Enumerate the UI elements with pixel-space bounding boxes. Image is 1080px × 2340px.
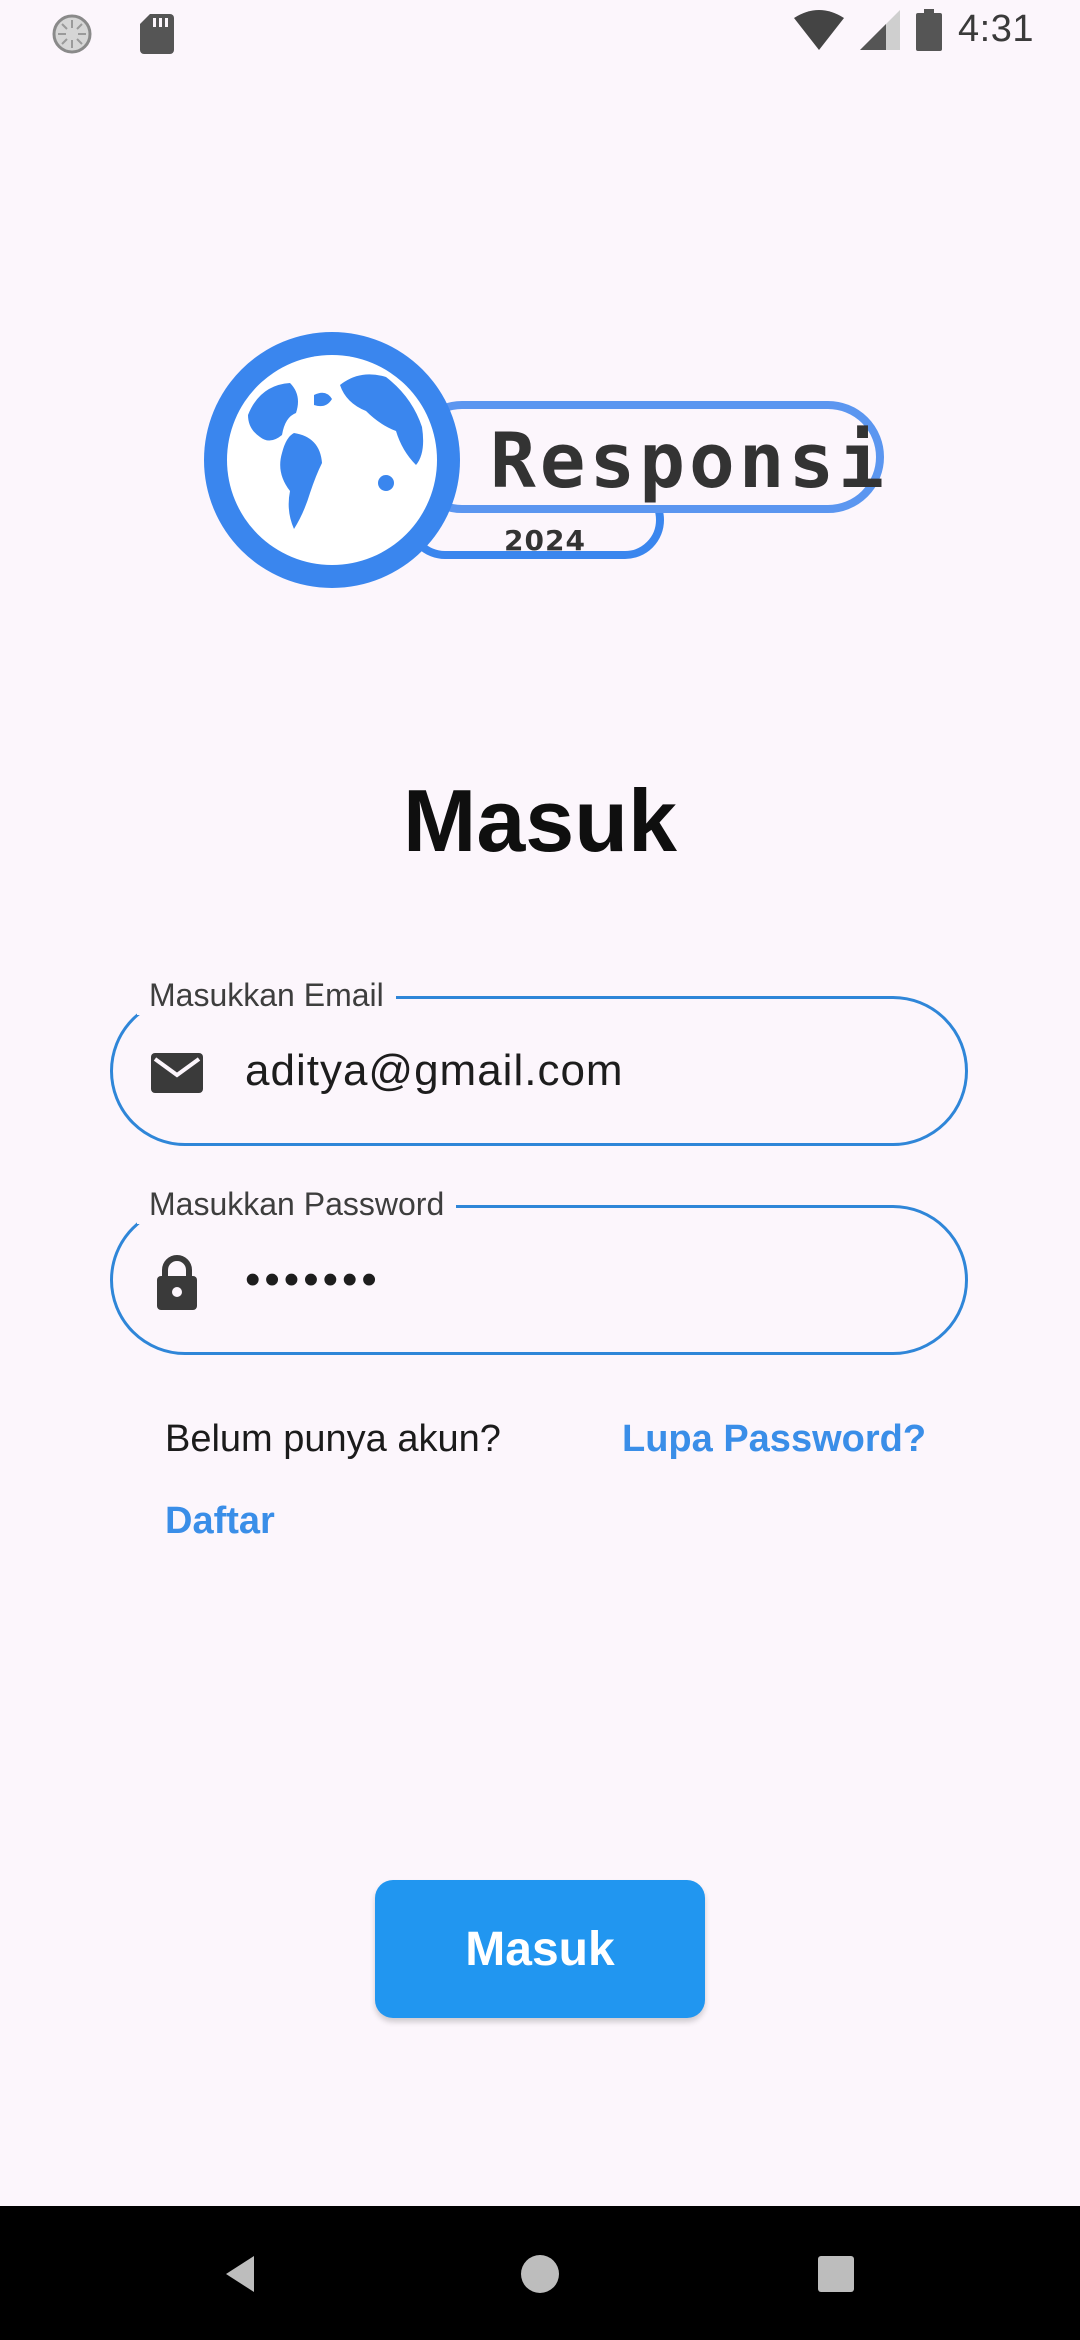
email-input[interactable]: [245, 999, 925, 1143]
sd-card-icon: [140, 14, 174, 54]
no-account-text: Belum punya akun?: [165, 1418, 501, 1460]
status-left: [52, 14, 174, 54]
status-time: 4:31: [958, 8, 1034, 50]
lock-icon: [157, 1255, 197, 1310]
status-bar: 4:31: [0, 0, 1080, 66]
logo-year: 2024: [504, 524, 586, 557]
cellular-signal-icon: [860, 9, 901, 50]
email-field[interactable]: Masukkan Email: [110, 975, 968, 1146]
register-link[interactable]: Daftar: [165, 1500, 275, 1543]
recent-apps-icon[interactable]: [808, 2246, 864, 2302]
page-title: Masuk: [403, 771, 677, 870]
home-icon[interactable]: [512, 2246, 568, 2302]
forgot-password-link[interactable]: Lupa Password?: [622, 1418, 926, 1461]
mail-icon: [151, 1053, 203, 1093]
login-button[interactable]: Masuk: [375, 1880, 705, 2018]
password-input[interactable]: •••••••: [245, 1208, 925, 1352]
battery-icon: [916, 8, 943, 51]
status-right: 4:31: [794, 8, 1034, 51]
back-icon[interactable]: [214, 2246, 270, 2302]
wifi-icon: [794, 9, 845, 50]
logo-name: Responsi: [490, 416, 889, 505]
system-nav-bar: [0, 2206, 1080, 2340]
sync-icon: [52, 14, 92, 54]
login-screen: 4:31 Responsi 2024 Masuk Masukkan Email …: [0, 0, 1080, 2340]
password-field[interactable]: Masukkan Password •••••••: [110, 1184, 968, 1355]
